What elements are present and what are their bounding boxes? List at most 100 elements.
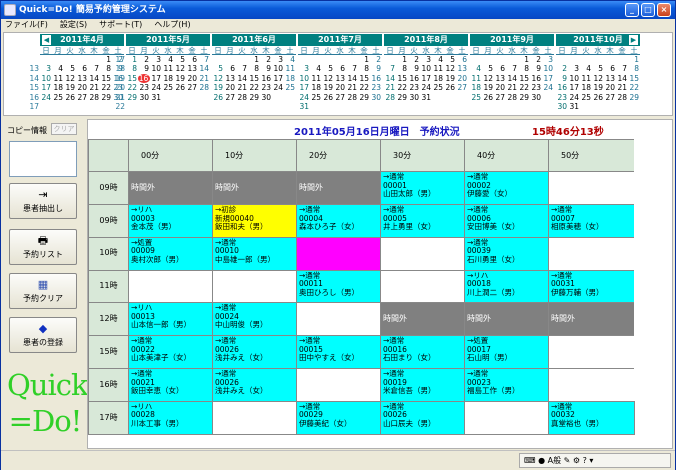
day-cell[interactable]: 2 (260, 55, 272, 64)
day-cell[interactable]: 24 (542, 83, 554, 92)
reservation-slot[interactable]: →通常 00026 浅井みえ（女） (212, 368, 297, 402)
day-cell[interactable]: 4 (284, 55, 296, 64)
day-cell[interactable]: 10 (568, 74, 580, 83)
off-hours-slot[interactable]: 時間外 (548, 302, 635, 337)
day-cell[interactable]: 30 (370, 93, 382, 102)
menu-item[interactable]: サポート(T) (99, 20, 142, 29)
day-cell[interactable]: 13 (224, 74, 236, 83)
day-cell[interactable]: 12 (444, 64, 456, 73)
day-cell[interactable]: 10 (542, 64, 554, 73)
day-cell[interactable]: 19 (322, 83, 334, 92)
day-cell[interactable]: 15 (126, 74, 138, 83)
reservation-slot[interactable]: →通常 00004 森本ひろ子（女） (296, 204, 381, 238)
day-cell[interactable]: 22 (358, 83, 370, 92)
day-cell[interactable]: 7 (506, 64, 518, 73)
day-cell[interactable]: 19 (64, 83, 76, 92)
day-cell[interactable]: 10 (150, 64, 162, 73)
day-cell[interactable]: 16 (408, 74, 420, 83)
day-cell[interactable]: 21 (198, 74, 210, 83)
day-cell[interactable]: 18 (310, 83, 322, 92)
day-cell[interactable]: 11 (284, 64, 296, 73)
day-cell[interactable]: 23 (530, 83, 542, 92)
day-cell[interactable]: 25 (310, 93, 322, 102)
day-cell[interactable]: 6 (224, 64, 236, 73)
day-cell[interactable]: 18 (470, 83, 482, 92)
day-cell[interactable]: 22 (248, 83, 260, 92)
day-cell[interactable]: 14 (506, 74, 518, 83)
reservation-slot[interactable]: →通常 00001 山田太郎（男） (380, 171, 465, 205)
day-cell[interactable]: 10 (40, 74, 52, 83)
day-cell[interactable]: 3 (150, 55, 162, 64)
day-cell[interactable]: 13 (604, 74, 616, 83)
day-cell[interactable]: 29 (100, 93, 112, 102)
reservation-slot[interactable]: →通常 00032 真堂裕也（男） (548, 400, 635, 435)
day-cell[interactable]: 22 (628, 83, 640, 92)
day-cell[interactable]: 20 (186, 74, 198, 83)
empty-slot[interactable] (212, 269, 297, 304)
day-cell[interactable]: 6 (494, 64, 506, 73)
day-cell[interactable]: 15 (628, 74, 640, 83)
day-cell[interactable]: 8 (248, 64, 260, 73)
day-cell[interactable]: 20 (76, 83, 88, 92)
minimize-button[interactable]: _ (625, 3, 639, 17)
day-cell[interactable]: 30 (408, 93, 420, 102)
day-cell[interactable]: 29 (126, 93, 138, 102)
day-cell[interactable]: 28 (88, 93, 100, 102)
day-cell[interactable]: 25 (470, 93, 482, 102)
day-cell[interactable]: 28 (384, 93, 396, 102)
day-cell[interactable]: 12 (482, 74, 494, 83)
day-cell[interactable]: 5 (322, 64, 334, 73)
empty-slot[interactable] (548, 368, 635, 402)
day-cell[interactable]: 20 (334, 83, 346, 92)
day-cell[interactable]: 31 (568, 102, 580, 111)
day-cell[interactable]: 31 (150, 93, 162, 102)
day-cell[interactable]: 1 (628, 55, 640, 64)
next-month-icon[interactable]: ▶ (629, 35, 638, 45)
reservation-slot[interactable]: →通常 00015 田中やすえ（女） (296, 335, 381, 370)
day-cell[interactable]: 5 (592, 64, 604, 73)
reservation-slot[interactable]: →通常 00019 米倉信吾（男） (380, 368, 465, 402)
day-cell[interactable]: 27 (334, 93, 346, 102)
day-cell[interactable]: 20 (456, 74, 468, 83)
patient-extract-button[interactable]: ⇥ 患者抽出し (9, 183, 77, 219)
day-cell[interactable]: 10 (298, 74, 310, 83)
reservation-slot[interactable]: →処置 00017 石山明（男） (464, 335, 549, 370)
day-cell[interactable]: 30 (530, 93, 542, 102)
day-cell[interactable]: 29 (248, 93, 260, 102)
day-cell[interactable]: 5 (444, 55, 456, 64)
patient-register-button[interactable]: ◆ 患者の登録 (9, 317, 77, 353)
day-cell[interactable]: 14 (88, 74, 100, 83)
reservation-slot[interactable]: →通常 00022 山本美津子（女） (128, 335, 213, 370)
close-button[interactable]: × (657, 3, 671, 17)
reservation-slot[interactable]: →通常 00006 安田博美（女） (464, 204, 549, 238)
reservation-clear-button[interactable]: ▦ 予約クリア (9, 273, 77, 309)
reservation-slot[interactable]: →通常 00002 伊藤愛（女） (464, 171, 549, 205)
day-cell[interactable]: 1 (100, 55, 112, 64)
day-cell[interactable]: 4 (432, 55, 444, 64)
day-cell[interactable]: 14 (384, 74, 396, 83)
day-cell[interactable]: 1 (518, 55, 530, 64)
day-cell[interactable]: 7 (346, 64, 358, 73)
day-cell[interactable]: 2 (138, 55, 150, 64)
day-cell[interactable]: 2 (408, 55, 420, 64)
day-cell[interactable]: 14 (346, 74, 358, 83)
day-cell[interactable]: 28 (346, 93, 358, 102)
day-cell[interactable]: 24 (420, 83, 432, 92)
day-cell[interactable]: 31 (298, 102, 310, 111)
empty-slot[interactable] (380, 269, 465, 304)
day-cell[interactable]: 17 (40, 83, 52, 92)
day-cell[interactable]: 13 (456, 64, 468, 73)
reservation-slot[interactable]: →通常 00024 中山明俊（男） (212, 302, 297, 337)
day-cell[interactable]: 7 (236, 64, 248, 73)
day-cell[interactable]: 13 (494, 74, 506, 83)
day-cell[interactable]: 1 (358, 55, 370, 64)
day-cell[interactable]: 25 (432, 83, 444, 92)
day-cell[interactable]: 6 (186, 55, 198, 64)
day-cell[interactable]: 3 (40, 64, 52, 73)
day-cell[interactable]: 17 (542, 74, 554, 83)
day-cell[interactable]: 24 (272, 83, 284, 92)
day-cell[interactable]: 23 (260, 83, 272, 92)
day-cell[interactable]: 2 (556, 64, 568, 73)
day-cell[interactable]: 4 (470, 64, 482, 73)
day-cell[interactable]: 18 (580, 83, 592, 92)
